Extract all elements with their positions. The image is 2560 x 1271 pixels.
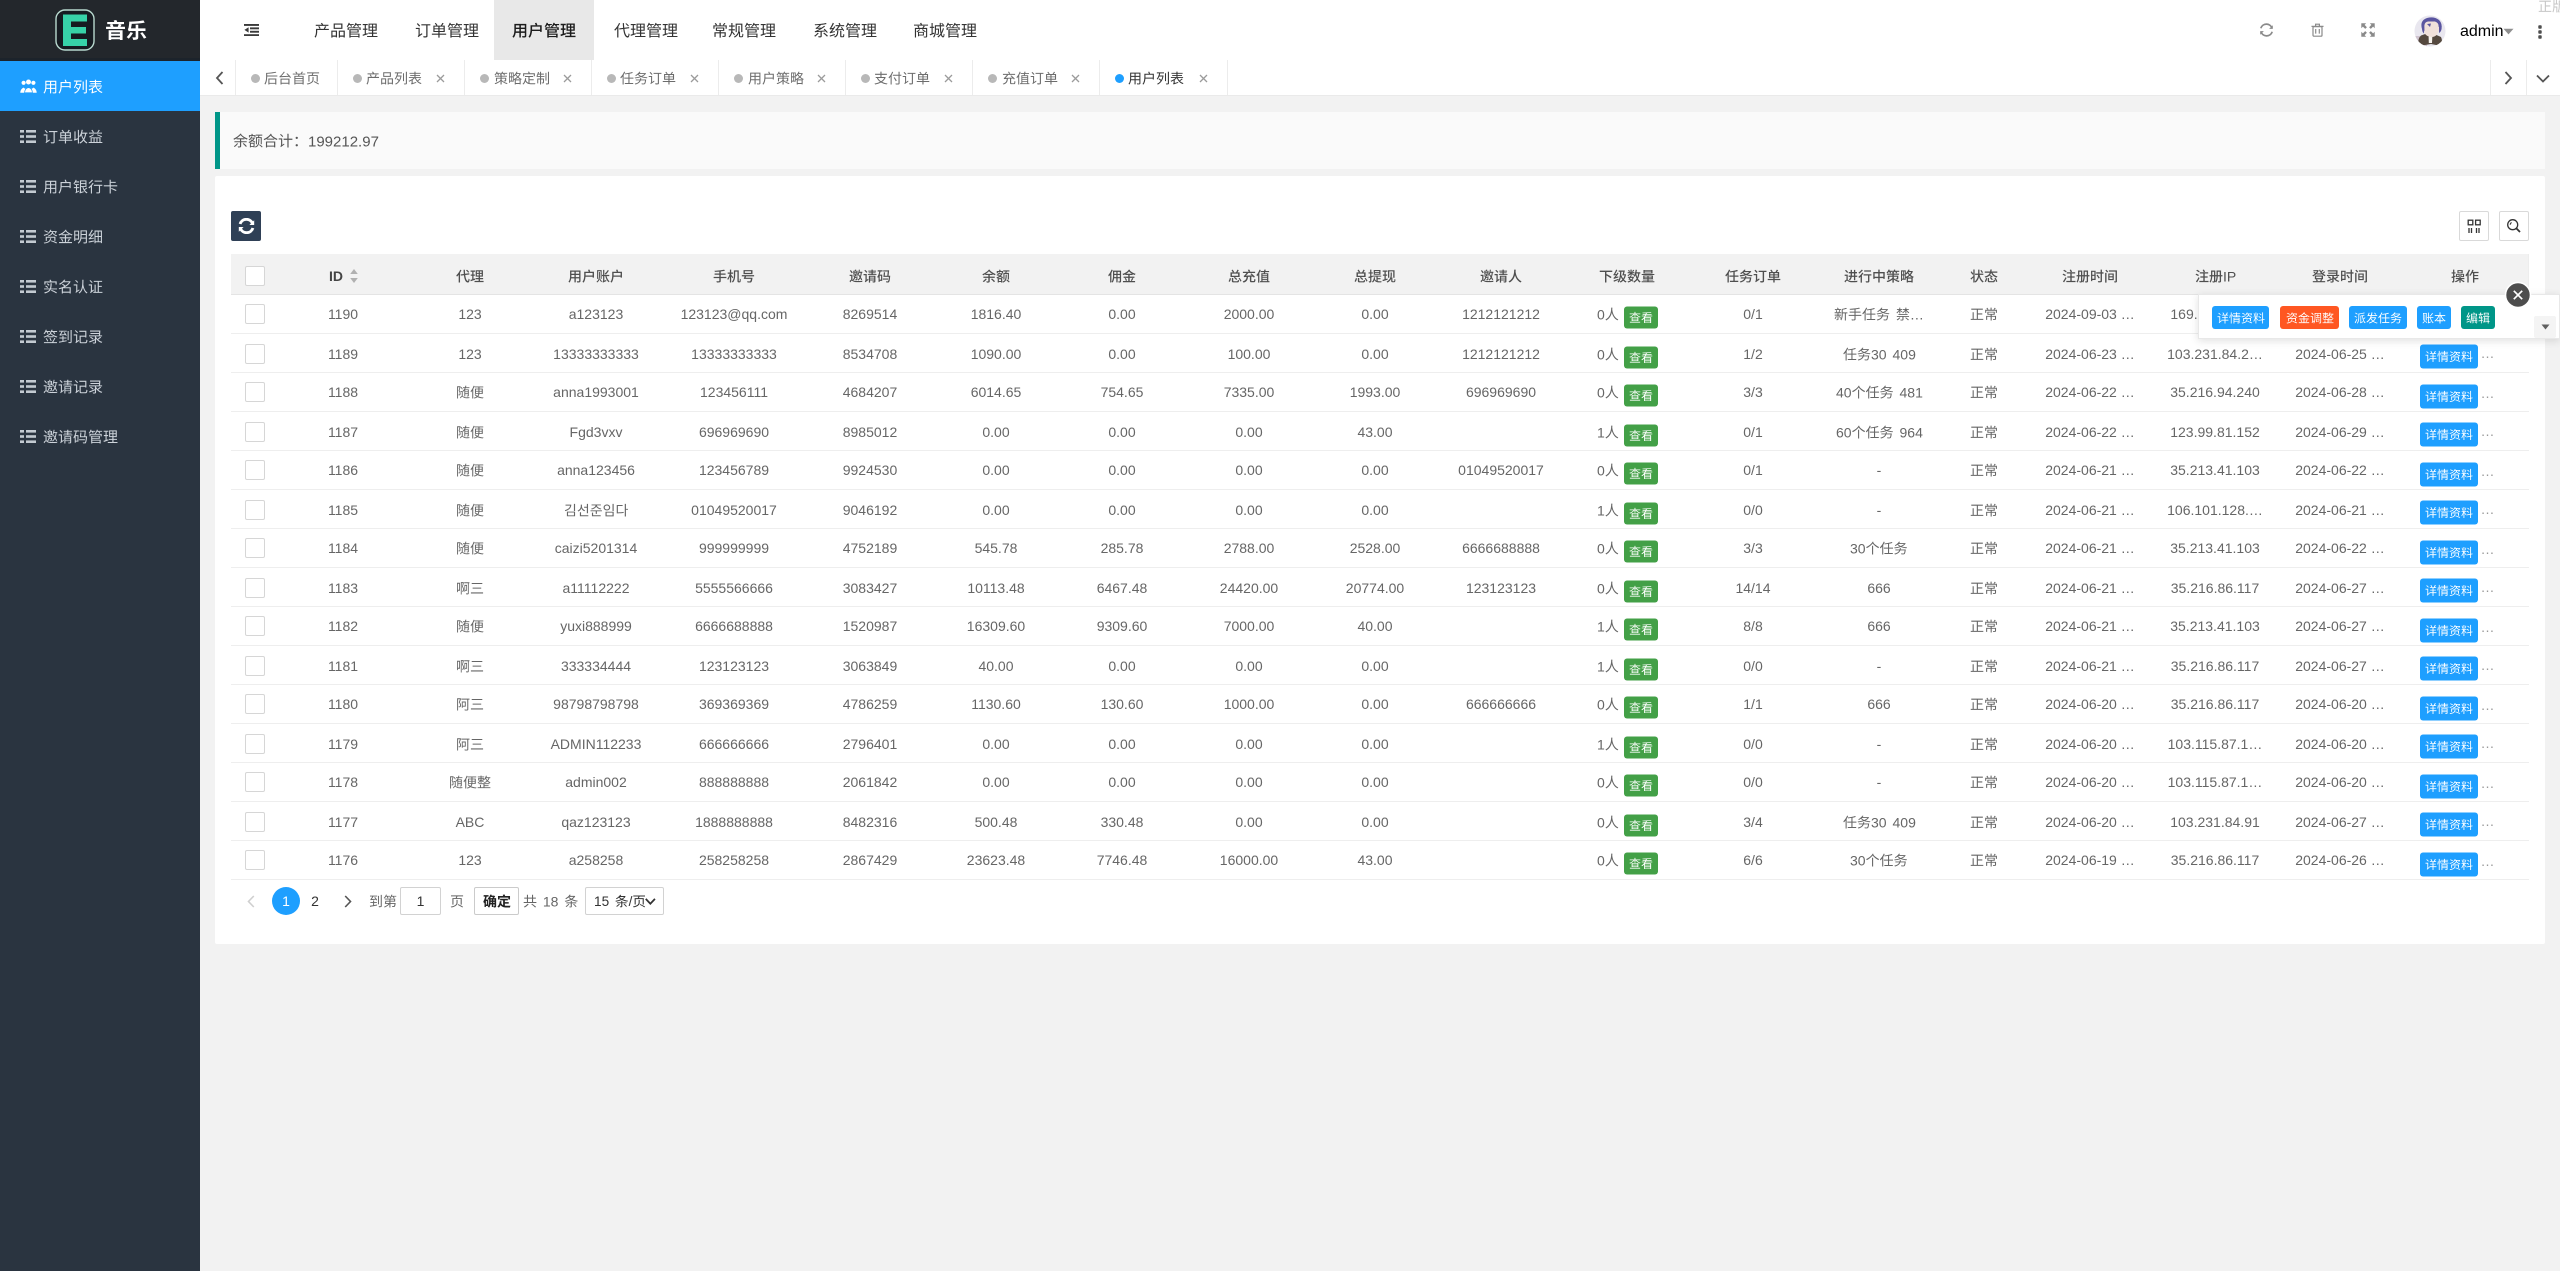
svg-text:0: 0 xyxy=(1597,852,1605,868)
svg-text:199212.97: 199212.97 xyxy=(308,133,379,149)
svg-text:1: 1 xyxy=(1597,502,1605,518)
svg-text:18: 18 xyxy=(543,893,559,909)
svg-text:30: 30 xyxy=(1850,540,1866,556)
svg-text:0: 0 xyxy=(1597,540,1605,556)
svg-text:1: 1 xyxy=(1597,658,1605,674)
svg-text:15: 15 xyxy=(594,894,609,909)
svg-text:409: 409 xyxy=(1892,814,1916,830)
svg-text:0: 0 xyxy=(1597,814,1605,830)
svg-text:30: 30 xyxy=(1871,346,1887,362)
svg-text:…: … xyxy=(1910,306,1924,322)
svg-text:409: 409 xyxy=(1892,346,1916,362)
svg-text:30: 30 xyxy=(1871,814,1887,830)
svg-text:964: 964 xyxy=(1899,424,1923,440)
svg-text:/: / xyxy=(628,894,632,909)
svg-text:1: 1 xyxy=(1597,736,1605,752)
svg-text:IP: IP xyxy=(2223,268,2236,284)
svg-text:0: 0 xyxy=(1597,774,1605,790)
svg-text:0: 0 xyxy=(1597,462,1605,478)
svg-text:60: 60 xyxy=(1836,424,1852,440)
svg-text:0: 0 xyxy=(1597,306,1605,322)
svg-text:1: 1 xyxy=(1597,618,1605,634)
svg-text:30: 30 xyxy=(1850,852,1866,868)
svg-text:0: 0 xyxy=(1597,580,1605,596)
svg-text:40: 40 xyxy=(1836,384,1852,400)
svg-text:0: 0 xyxy=(1597,346,1605,362)
svg-text:0: 0 xyxy=(1597,384,1605,400)
svg-text:481: 481 xyxy=(1899,384,1923,400)
svg-text:1: 1 xyxy=(1597,424,1605,440)
svg-text:0: 0 xyxy=(1597,696,1605,712)
